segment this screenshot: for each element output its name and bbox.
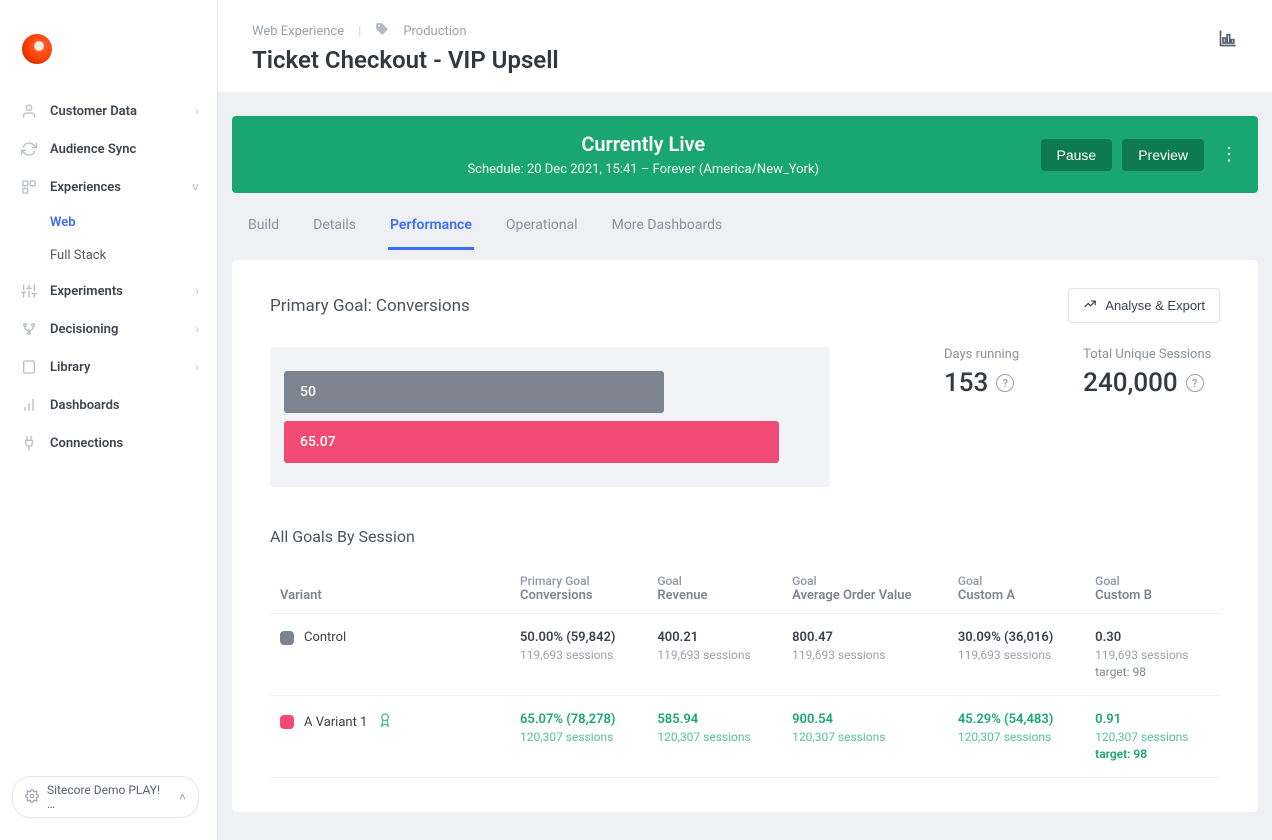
sidebar-item-label: Library <box>50 360 90 375</box>
workspace-label: Sitecore Demo PLAY! … <box>47 783 171 811</box>
tab-performance[interactable]: Performance <box>388 211 474 250</box>
preview-button[interactable]: Preview <box>1122 139 1204 171</box>
breadcrumb: Web Experience | Production <box>252 22 559 40</box>
book-icon <box>18 359 40 375</box>
col-custom-b: GoalCustom B <box>1085 562 1220 614</box>
variant-name: A Variant 1 <box>304 715 367 730</box>
goals-table: VariantPrimary GoalConversionsGoalRevenu… <box>270 562 1220 778</box>
variant-name: Control <box>304 630 346 645</box>
metric-cell: 800.47119,693 sessions <box>782 614 948 696</box>
nav-list: Customer Data › Audience Sync Experience… <box>0 92 217 462</box>
sidebar: Customer Data › Audience Sync Experience… <box>0 0 218 840</box>
winner-ribbon-icon <box>377 712 393 732</box>
layers-icon <box>18 179 40 195</box>
plug-icon <box>18 435 40 451</box>
sidebar-item-dashboards[interactable]: Dashboards <box>0 386 217 424</box>
sidebar-item-experiments[interactable]: Experiments › <box>0 272 217 310</box>
conversion-bars: 50 65.07 <box>270 347 830 487</box>
tab-build[interactable]: Build <box>246 211 281 250</box>
workspace-switcher[interactable]: Sitecore Demo PLAY! … ˄ <box>12 776 199 818</box>
table-row: Control 50.00% (59,842)119,693 sessions4… <box>270 614 1220 696</box>
metric-cell: 50.00% (59,842)119,693 sessions <box>510 614 647 696</box>
crumb-production[interactable]: Production <box>403 24 466 39</box>
analyse-export-button[interactable]: Analyse & Export <box>1068 288 1220 323</box>
metric-cell: 65.07% (78,278)120,307 sessions <box>510 696 647 778</box>
gear-icon <box>25 789 39 806</box>
col-revenue: GoalRevenue <box>647 562 782 614</box>
chevron-right-icon: › <box>195 104 199 118</box>
sidebar-item-experiences[interactable]: Experiences ˅ <box>0 168 217 206</box>
analyse-export-label: Analyse & Export <box>1105 298 1205 313</box>
sessions-label: Total Unique Sessions <box>1083 347 1211 362</box>
variant-swatch <box>280 715 294 729</box>
more-actions-icon[interactable]: ⋮ <box>1214 142 1244 168</box>
col-custom-a: GoalCustom A <box>948 562 1085 614</box>
chevron-right-icon: › <box>195 322 199 336</box>
metric-cell: 0.30119,693 sessionstarget: 98 <box>1085 614 1220 696</box>
help-icon[interactable]: ? <box>1186 374 1204 392</box>
tab-details[interactable]: Details <box>311 211 358 250</box>
sidebar-item-decisioning[interactable]: Decisioning › <box>0 310 217 348</box>
table-row: A Variant 1 65.07% (78,278)120,307 sessi… <box>270 696 1220 778</box>
metric-cell: 400.21119,693 sessions <box>647 614 782 696</box>
divider: | <box>358 24 361 39</box>
live-schedule: Schedule: 20 Dec 2021, 15:41 – Forever (… <box>246 162 1041 177</box>
col-average-order-value: GoalAverage Order Value <box>782 562 948 614</box>
sidebar-item-customer-data[interactable]: Customer Data › <box>0 92 217 130</box>
metric-cell: 900.54120,307 sessions <box>782 696 948 778</box>
help-icon[interactable]: ? <box>996 374 1014 392</box>
sidebar-item-label: Decisioning <box>50 322 118 337</box>
user-icon <box>18 103 40 119</box>
sidebar-item-label: Connections <box>50 436 123 451</box>
tabs: Build Details Performance Operational More D… <box>218 193 1272 250</box>
page-header: Web Experience | Production Ticket Check… <box>218 0 1272 92</box>
live-banner: Currently Live Schedule: 20 Dec 2021, 15… <box>232 116 1258 193</box>
page-title: Ticket Checkout - VIP Upsell <box>252 46 559 74</box>
performance-panel: Primary Goal: Conversions Analyse & Expo… <box>232 260 1258 812</box>
main: Web Experience | Production Ticket Check… <box>218 0 1272 840</box>
variant-swatch <box>280 631 294 645</box>
crumb-web-experience[interactable]: Web Experience <box>252 24 344 39</box>
goals-section-title: All Goals By Session <box>270 527 1220 546</box>
sliders-icon <box>18 283 40 299</box>
days-running-value: 153 <box>944 368 988 398</box>
metric-cell: 585.94120,307 sessions <box>647 696 782 778</box>
refresh-icon <box>18 141 40 157</box>
pause-button[interactable]: Pause <box>1041 139 1113 171</box>
days-running-label: Days running <box>944 347 1019 362</box>
chevron-down-icon: ˅ <box>192 180 199 194</box>
sidebar-subitem-full-stack[interactable]: Full Stack <box>50 239 217 272</box>
primary-goal-title: Primary Goal: Conversions <box>270 296 470 316</box>
sidebar-subitem-web[interactable]: Web <box>50 206 217 239</box>
sidebar-item-audience-sync[interactable]: Audience Sync <box>0 130 217 168</box>
trend-icon <box>1083 297 1097 314</box>
sessions-value: 240,000 <box>1083 368 1177 398</box>
sidebar-item-label: Audience Sync <box>50 142 136 157</box>
live-status-title: Currently Live <box>246 132 1041 156</box>
content-area: Currently Live Schedule: 20 Dec 2021, 15… <box>218 92 1272 840</box>
metric-cell: 45.29% (54,483)120,307 sessions <box>948 696 1085 778</box>
chevron-right-icon: › <box>195 360 199 374</box>
sidebar-item-label: Dashboards <box>50 398 120 413</box>
barchart-icon <box>18 397 40 413</box>
branch-icon <box>18 321 40 337</box>
sidebar-item-connections[interactable]: Connections <box>0 424 217 462</box>
chevron-right-icon: › <box>195 284 199 298</box>
logo-icon <box>22 34 52 64</box>
chevron-up-icon: ˄ <box>179 790 186 804</box>
sidebar-item-label: Experiments <box>50 284 123 299</box>
chart-view-icon[interactable] <box>1218 36 1238 52</box>
bar-control: 50 <box>284 371 664 413</box>
metric-cell: 0.91120,307 sessionstarget: 98 <box>1085 696 1220 778</box>
col-variant: Variant <box>270 562 510 614</box>
sidebar-item-label: Experiences <box>50 180 121 195</box>
tab-operational[interactable]: Operational <box>504 211 580 250</box>
col-conversions: Primary GoalConversions <box>510 562 647 614</box>
tab-more-dashboards[interactable]: More Dashboards <box>610 211 725 250</box>
metric-cell: 30.09% (36,016)119,693 sessions <box>948 614 1085 696</box>
tag-icon <box>375 22 389 40</box>
sidebar-item-label: Customer Data <box>50 104 137 119</box>
bar-variant: 65.07 <box>284 421 779 463</box>
sidebar-item-library[interactable]: Library › <box>0 348 217 386</box>
